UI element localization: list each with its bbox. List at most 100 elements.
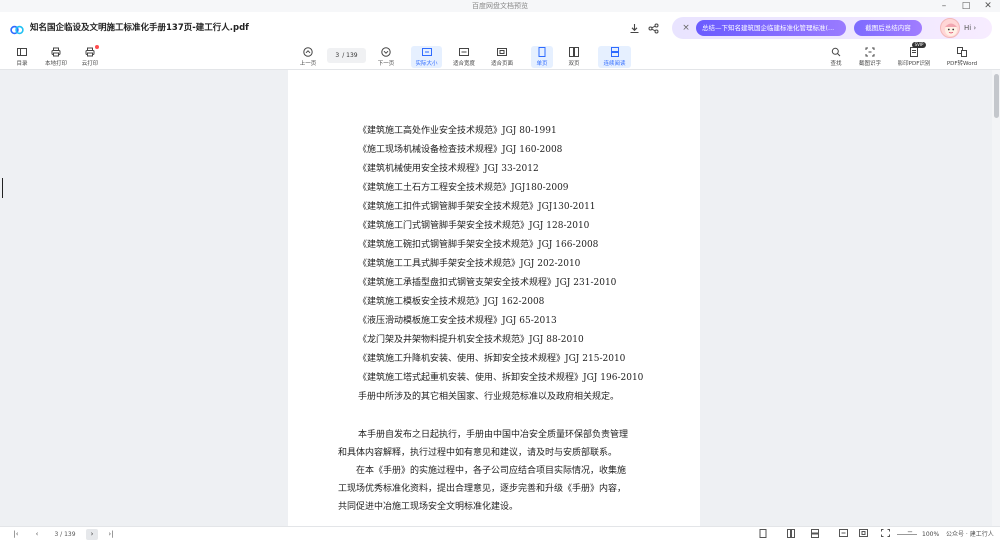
doc-line: 《建筑施工土石方工程安全技术规范》JGJ180-2009 [358,183,569,193]
ai-summary-button[interactable]: 总结—下知名建筑国企临建标准化管理标准(... [696,20,846,36]
view-actual-size-button[interactable]: 实际大小 [411,46,442,68]
minimize-button[interactable]: – [938,0,950,12]
watermark-text: 公众号 · 建工行人 [946,531,994,538]
doc-paragraph-line: 和具体内容解释，执行过程中如有意见和建议，请及时与安质部联系。 [338,448,618,458]
doc-paragraph-line: 在本《手册》的实施过程中，各子公司应结合项目实际情况，收集施 [356,466,627,476]
view-fit-width-button[interactable]: 适合宽度 [450,46,478,68]
next-page-label: 下一页 [377,61,395,67]
text-cursor [2,178,3,198]
cloud-print-button[interactable]: 云打印 [78,46,102,68]
zoom-level: 100% [922,531,940,538]
scrollbar-thumb[interactable] [994,74,999,118]
next-page-button[interactable]: 下一页 [374,46,398,68]
zoom-slider[interactable] [897,534,917,535]
view-continuous-button[interactable]: 连续阅读 [598,46,631,68]
actual-size-icon [421,46,433,58]
double-page-small-icon[interactable] [786,529,796,540]
ocr-button[interactable]: 截图识字 [856,46,884,68]
pdf-to-word-icon [956,46,968,58]
fullscreen-small-icon[interactable] [880,529,890,540]
current-page[interactable]: 3 [335,52,339,59]
toolbar: 目录 本地打印 云打印 上一页 下一页 实际大小 适合宽度 适合页面 单页 双页… [0,44,1000,70]
zoom-out-button[interactable]: − [905,527,915,538]
doc-line: 《建筑施工模板安全技术规范》JGJ 162-2008 [358,297,545,307]
document-title: 知名国企临设及文明施工标准化手册137页-建工行人.pdf [30,23,249,33]
ai-greeting[interactable]: Hi › [964,21,976,35]
fit-page-icon [496,46,508,58]
cloud-print-label: 云打印 [81,61,99,67]
doc-line: 《建筑施工塔式起重机安装、使用、拆卸安全技术规程》JGJ 196-2010 [358,373,644,383]
svip-badge: SVIP [912,42,926,48]
prev-page-button[interactable]: 上一页 [296,46,320,68]
vertical-scrollbar[interactable] [992,70,1000,526]
doc-paragraph-line: 工现场优秀标准化资料，提出合理意见，逐步完善和升级《手册》内容， [338,484,627,494]
scan-pdf-button[interactable]: 影印PDF识别 [894,46,934,68]
doc-line: 《建筑施工升降机安装、使用、拆卸安全技术规程》JGJ 215-2010 [358,354,626,364]
printer-icon [50,46,62,58]
doc-line: 《施工现场机械设备检查技术规程》JGJ 160-2008 [358,145,563,155]
doc-line: 《建筑机械使用安全技术规程》JGJ 33-2012 [358,164,539,174]
view-actual-size-label: 实际大小 [415,61,438,67]
next-page-small-button[interactable]: › [86,529,98,540]
page-indicator[interactable]: 3 / 139 [48,529,82,540]
arrow-down-circle-icon [380,46,392,58]
document-viewport[interactable]: 《建筑施工高处作业安全技术规范》JGJ 80-1991 《施工现场机械设备检查技… [0,70,1000,526]
view-fit-width-label: 适合宽度 [452,61,475,67]
fit-width-small-icon[interactable] [838,529,848,540]
doc-line: 《建筑施工承插型盘扣式钢管支架安全技术规程》JGJ 231-2010 [358,278,617,288]
screenshot-summary-button[interactable]: 截图后总结内容 [854,20,922,36]
doc-paragraph-line: 本手册自发布之日起执行，手册由中国中冶安全质量环保部负责管理 [358,430,629,440]
doc-line: 《液压滑动模板施工安全技术规程》JGJ 65-2013 [358,316,557,326]
local-print-label: 本地打印 [44,61,67,67]
list-icon [16,46,28,58]
close-icon[interactable]: × [680,21,692,35]
toc-label: 目录 [16,61,28,67]
find-label: 查找 [830,61,842,67]
fit-width-icon [458,46,470,58]
scan-pdf-label: 影印PDF识别 [897,61,931,67]
doc-line: 手册中所涉及的其它相关国家、行业规范标准以及政府相关规定。 [358,392,620,402]
double-page-icon [568,46,580,58]
single-page-small-icon[interactable] [758,529,768,540]
doc-line: 《建筑施工碗扣式钢管脚手架安全技术规范》JGJ 166-2008 [358,240,599,250]
search-icon [830,46,842,58]
single-page-icon [536,46,548,58]
continuous-small-icon[interactable] [810,529,820,540]
view-continuous-label: 连续阅读 [603,61,626,67]
arrow-up-circle-icon [302,46,314,58]
doc-line: 《建筑施工扣件式钢管脚手架安全技术规范》JGJ130-2011 [358,202,596,212]
ai-assistant-avatar-icon[interactable] [940,18,960,38]
local-print-button[interactable]: 本地打印 [40,46,72,68]
doc-paragraph-line: 共同促进中冶施工现场安全文明标准化建设。 [338,502,519,512]
pdf-to-word-button[interactable]: PDF转Word [944,46,980,68]
view-single-page-label: 单页 [536,61,548,67]
pdf-to-word-label: PDF转Word [946,61,978,67]
window-title: 百度网盘文档预览 [0,0,1000,12]
view-fit-page-button[interactable]: 适合页面 [488,46,516,68]
baidu-netdisk-logo-icon [10,21,24,35]
fit-page-small-icon[interactable] [858,529,868,540]
download-icon[interactable] [626,20,642,36]
page-number-input[interactable]: 3 / 139 [327,48,366,63]
toc-button[interactable]: 目录 [12,46,32,68]
last-page-button[interactable]: ›| [104,529,118,540]
window-controls: – □ ✕ [938,0,994,12]
doc-line: 《建筑施工门式钢管脚手架安全技术规范》JGJ 128-2010 [358,221,590,231]
status-bar: |‹ ‹ 3 / 139 › ›| − 100% 公众号 · 建工行人 [0,526,1000,541]
close-window-button[interactable]: ✕ [982,0,994,12]
ocr-icon [864,46,876,58]
view-fit-page-label: 适合页面 [490,61,513,67]
view-double-page-button[interactable]: 双页 [563,46,585,68]
view-single-page-button[interactable]: 单页 [531,46,553,68]
doc-line: 《建筑施工工具式脚手架安全技术规范》JGJ 202-2010 [358,259,581,269]
first-page-button[interactable]: |‹ [10,529,22,540]
notification-dot [95,45,99,49]
maximize-button[interactable]: □ [960,0,972,12]
share-icon[interactable] [645,20,661,36]
pdf-page: 《建筑施工高处作业安全技术规范》JGJ 80-1991 《施工现场机械设备检查技… [288,70,700,526]
doc-line: 《建筑施工高处作业安全技术规范》JGJ 80-1991 [358,126,557,136]
prev-page-small-button[interactable]: ‹ [32,529,42,540]
total-pages: / 139 [342,52,358,59]
find-button[interactable]: 查找 [826,46,846,68]
prev-page-label: 上一页 [299,61,317,67]
